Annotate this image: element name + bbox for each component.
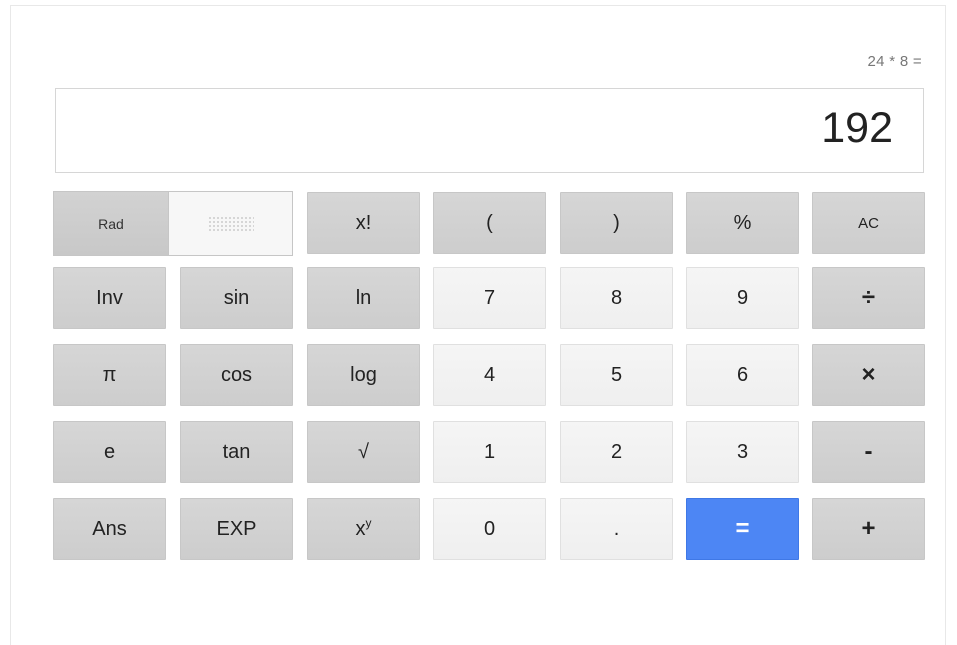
log-button[interactable]: log	[307, 344, 420, 406]
ln-button[interactable]: ln	[307, 267, 420, 329]
digit-6-button[interactable]: 6	[686, 344, 799, 406]
digit-7-button[interactable]: 7	[433, 267, 546, 329]
divide-button[interactable]: ÷	[812, 267, 925, 329]
percent-button[interactable]: %	[686, 192, 799, 254]
sin-button[interactable]: sin	[180, 267, 293, 329]
digit-5-button[interactable]: 5	[560, 344, 673, 406]
equals-button[interactable]: =	[686, 498, 799, 560]
close-paren-button[interactable]: )	[560, 192, 673, 254]
multiply-button[interactable]: ×	[812, 344, 925, 406]
deg-button[interactable]	[169, 192, 292, 255]
exp-button[interactable]: EXP	[180, 498, 293, 560]
cos-button[interactable]: cos	[180, 344, 293, 406]
power-exponent-label: y	[365, 516, 372, 530]
power-button[interactable]: xy	[307, 498, 420, 560]
digit-3-button[interactable]: 3	[686, 421, 799, 483]
digit-0-button[interactable]: 0	[433, 498, 546, 560]
decimal-point-button[interactable]: .	[560, 498, 673, 560]
tan-button[interactable]: tan	[180, 421, 293, 483]
pi-button[interactable]: π	[53, 344, 166, 406]
expression-history: 24 * 8 =	[867, 53, 922, 70]
ans-button[interactable]: Ans	[53, 498, 166, 560]
plus-button[interactable]: +	[812, 498, 925, 560]
digit-1-button[interactable]: 1	[433, 421, 546, 483]
factorial-button[interactable]: x!	[307, 192, 420, 254]
digit-9-button[interactable]: 9	[686, 267, 799, 329]
result-display: 192	[55, 88, 924, 173]
digit-2-button[interactable]: 2	[560, 421, 673, 483]
power-base-label: x	[355, 517, 366, 540]
rad-label: Rad	[98, 215, 124, 232]
square-root-button[interactable]: √	[307, 421, 420, 483]
open-paren-button[interactable]: (	[433, 192, 546, 254]
dotted-grid-icon	[207, 215, 254, 232]
rad-deg-toggle[interactable]: Rad	[53, 191, 293, 256]
rad-button[interactable]: Rad	[54, 192, 169, 255]
e-constant-button[interactable]: e	[53, 421, 166, 483]
all-clear-button[interactable]: AC	[812, 192, 925, 254]
result-value: 192	[821, 104, 893, 152]
digit-8-button[interactable]: 8	[560, 267, 673, 329]
digit-4-button[interactable]: 4	[433, 344, 546, 406]
inv-button[interactable]: Inv	[53, 267, 166, 329]
minus-button[interactable]: -	[812, 421, 925, 483]
